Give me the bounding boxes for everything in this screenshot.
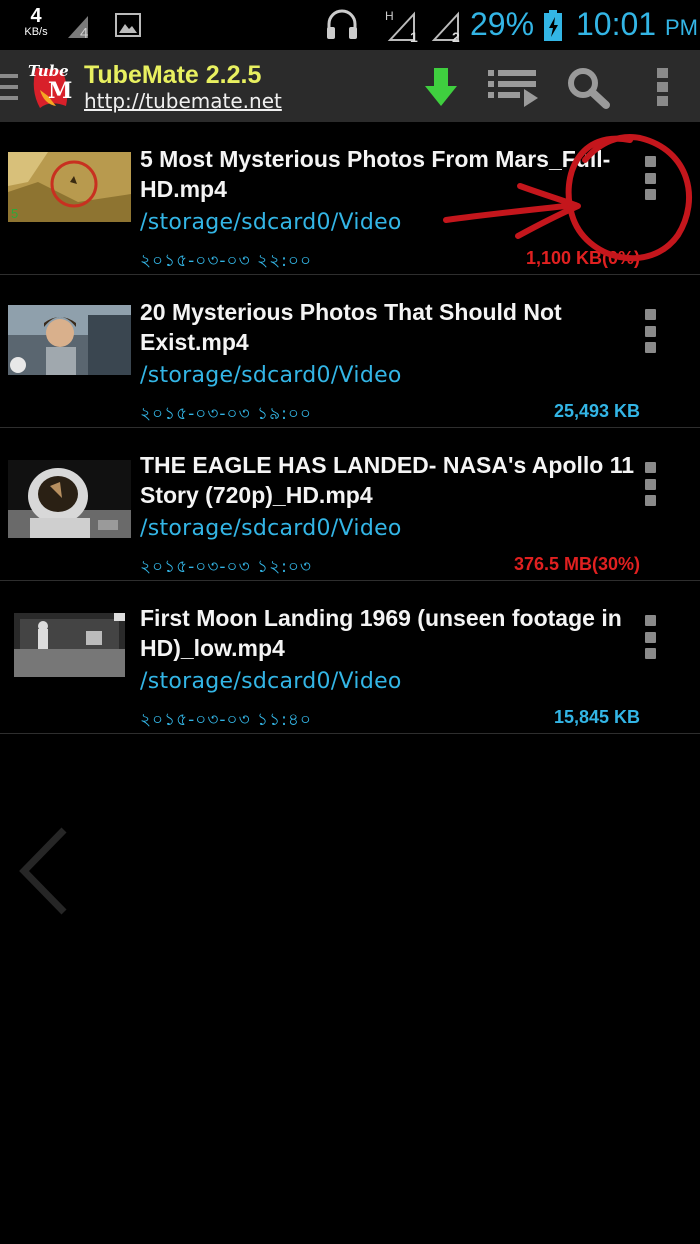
video-title: 5 Most Mysterious Photos From Mars_Full-…: [140, 146, 611, 202]
video-path: /storage/sdcard0/Video: [140, 210, 402, 235]
sim1-label: 1: [410, 29, 418, 44]
search-button[interactable]: [562, 64, 614, 110]
download-button[interactable]: [415, 64, 467, 110]
video-date: ২০১৫-০৩-০৩ ২২:০০: [140, 251, 312, 271]
status-bar: 4 KB/s 4 H 1 2 29% 10:01 PM: [0, 0, 700, 50]
video-size: 15,845 KB: [553, 707, 640, 727]
video-title: 20 Mysterious Photos That Should Not Exi…: [140, 299, 562, 355]
playlist-icon: [488, 70, 538, 107]
download-icon: [425, 68, 457, 106]
signal-sim-icon: 4: [66, 12, 100, 45]
app-url-link[interactable]: http://tubemate.net: [84, 89, 282, 113]
network-speed: 4 KB/s: [16, 6, 56, 38]
overflow-menu-icon: [657, 68, 668, 106]
clock: 10:01 PM: [576, 6, 698, 43]
back-chevron-icon[interactable]: [18, 826, 70, 921]
download-list: 5 5 Most Mysterious Photos From Mars_Ful…: [0, 122, 700, 734]
network-speed-unit: KB/s: [24, 26, 48, 38]
video-size: 1,100 KB(0%): [525, 248, 640, 268]
network-speed-value: 4: [30, 5, 42, 27]
video-thumbnail: 5: [8, 152, 131, 222]
item-menu-icon[interactable]: [638, 615, 662, 659]
download-item[interactable]: First Moon Landing 1969 (unseen footage …: [0, 581, 700, 734]
signal-sim2-icon: 2: [430, 6, 470, 49]
video-path: /storage/sdcard0/Video: [140, 516, 402, 541]
search-icon: [568, 68, 610, 109]
download-item[interactable]: 20 Mysterious Photos That Should Not Exi…: [0, 275, 700, 428]
svg-text:H: H: [385, 9, 394, 23]
video-title: First Moon Landing 1969 (unseen footage …: [140, 605, 622, 661]
video-thumbnail: [14, 613, 125, 677]
video-thumbnail: [8, 460, 131, 538]
action-bar: Tube M TubeMate 2.2.5 http://tubemate.ne…: [0, 50, 700, 122]
item-menu-icon[interactable]: [638, 462, 662, 506]
video-thumbnail: [8, 305, 131, 375]
video-date: ২০১৫-০৩-০৩ ১২:০৩: [140, 557, 312, 577]
video-date: ২০১৫-০৩-০৩ ১১:৪০: [140, 710, 312, 730]
up-navigation-icon[interactable]: [0, 72, 20, 107]
image-notification-icon: [114, 12, 142, 43]
battery-percent: 29%: [470, 6, 535, 42]
video-size: 25,493 KB: [553, 401, 640, 421]
battery-charging-icon: [543, 10, 563, 47]
thumb-badge: 5: [11, 206, 18, 221]
item-menu-icon[interactable]: [638, 156, 662, 200]
sim2-label: 2: [452, 29, 460, 44]
app-logo[interactable]: Tube M: [26, 60, 72, 112]
video-path: /storage/sdcard0/Video: [140, 669, 402, 694]
logo-text-m: M: [48, 78, 72, 104]
headset-icon: [324, 8, 360, 47]
item-menu-icon[interactable]: [638, 309, 662, 353]
download-item[interactable]: THE EAGLE HAS LANDED- NASA's Apollo 11 S…: [0, 428, 700, 581]
download-item[interactable]: 5 5 Most Mysterious Photos From Mars_Ful…: [0, 122, 700, 275]
video-date: ২০১৫-০৩-০৩ ১৯:০০: [140, 404, 312, 424]
signal-sim1-icon: H 1: [384, 6, 424, 49]
sim-badge: 4: [80, 25, 88, 40]
playlist-button[interactable]: [486, 64, 538, 110]
video-title: THE EAGLE HAS LANDED- NASA's Apollo 11 S…: [140, 452, 635, 508]
video-path: /storage/sdcard0/Video: [140, 363, 402, 388]
app-title: TubeMate 2.2.5: [84, 61, 262, 89]
overflow-menu-button[interactable]: [637, 64, 689, 110]
video-size: 376.5 MB(30%): [513, 554, 640, 574]
clock-time: 10:01: [576, 6, 657, 42]
clock-ampm: PM: [664, 15, 698, 40]
